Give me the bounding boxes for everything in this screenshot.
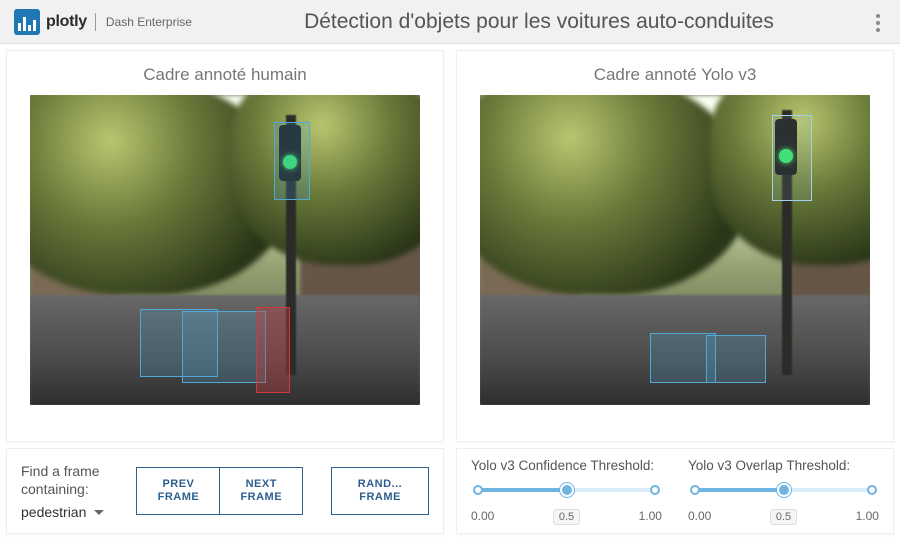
yolo-annotation-panel: Cadre annoté Yolo v3 [456, 50, 894, 442]
overlap-label: Yolo v3 Overlap Threshold: [688, 458, 879, 473]
slider-handle-icon[interactable] [777, 483, 791, 497]
confidence-slider[interactable] [471, 479, 662, 507]
slider-max-dot [867, 485, 877, 495]
brand-separator [95, 13, 96, 31]
threshold-controls: Yolo v3 Confidence Threshold: 0.00 0.5 1… [456, 448, 894, 534]
main-content: Cadre annoté humain Find a frame contain… [0, 44, 900, 540]
bbox-pedestrian [256, 307, 290, 393]
right-column: Cadre annoté Yolo v3 Yolo v3 Confidence … [450, 44, 900, 540]
slider-min-label: 0.00 [688, 509, 711, 525]
left-column: Cadre annoté humain Find a frame contain… [0, 44, 450, 540]
yolo-frame-image [480, 95, 870, 405]
slider-mid-label: 0.5 [553, 509, 580, 525]
panel-title-yolo: Cadre annoté Yolo v3 [594, 65, 757, 85]
slider-min-label: 0.00 [471, 509, 494, 525]
slider-max-dot [650, 485, 660, 495]
brand-primary: plotly [46, 13, 87, 31]
confidence-label: Yolo v3 Confidence Threshold: [471, 458, 662, 473]
bbox-car [706, 335, 766, 383]
slider-min-dot [690, 485, 700, 495]
find-frame-label: Find a frame containing: [21, 462, 101, 498]
human-annotation-panel: Cadre annoté humain [6, 50, 444, 442]
random-frame-button[interactable]: RAND... FRAME [331, 467, 429, 515]
class-dropdown[interactable]: pedestrian [21, 504, 108, 520]
plotly-logo-icon [14, 9, 40, 35]
page-title: Détection d'objets pour les voitures aut… [192, 10, 886, 34]
chevron-down-icon [94, 510, 104, 520]
kebab-menu-icon[interactable] [872, 10, 884, 36]
next-frame-button[interactable]: NEXT FRAME [220, 467, 303, 515]
slider-handle-icon[interactable] [560, 483, 574, 497]
confidence-slider-block: Yolo v3 Confidence Threshold: 0.00 0.5 1… [471, 458, 662, 525]
panel-title-human: Cadre annoté humain [143, 65, 307, 85]
overlap-slider-block: Yolo v3 Overlap Threshold: 0.00 0.5 1.00 [688, 458, 879, 525]
frame-nav-group: PREV FRAME NEXT FRAME [136, 467, 303, 515]
app-header: plotly Dash Enterprise Détection d'objet… [0, 0, 900, 44]
slider-max-label: 1.00 [856, 509, 879, 525]
frame-controls: Find a frame containing: pedestrian PREV… [6, 448, 444, 534]
slider-mid-label: 0.5 [770, 509, 797, 525]
prev-frame-button[interactable]: PREV FRAME [136, 467, 220, 515]
slider-max-label: 1.00 [639, 509, 662, 525]
dropdown-value: pedestrian [21, 504, 86, 520]
overlap-slider[interactable] [688, 479, 879, 507]
brand-secondary: Dash Enterprise [106, 15, 192, 29]
human-frame-image [30, 95, 420, 405]
slider-min-dot [473, 485, 483, 495]
bbox-traffic-light [772, 115, 812, 201]
bbox-car [182, 311, 266, 383]
brand-block: plotly Dash Enterprise [14, 9, 192, 35]
bbox-traffic-light [274, 122, 310, 200]
